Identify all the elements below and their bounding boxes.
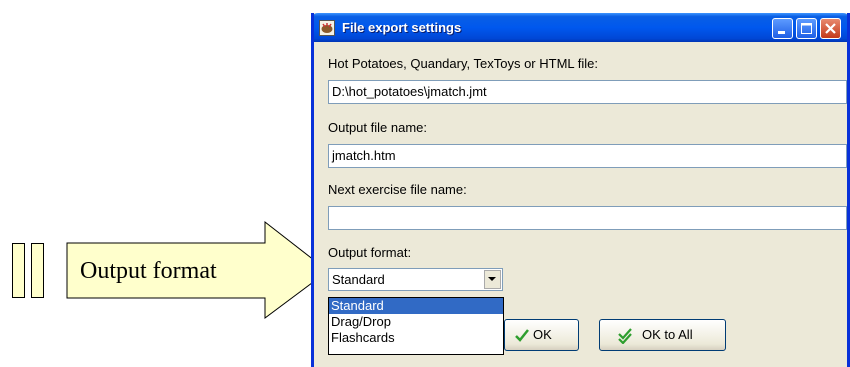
close-icon [825, 23, 836, 34]
minimize-icon [778, 31, 785, 34]
chevron-down-icon [488, 277, 496, 281]
callout-label: Output format [80, 258, 217, 284]
dropdown-button[interactable] [484, 270, 501, 289]
maximize-icon [801, 23, 812, 34]
output-file-label: Output file name: [328, 120, 427, 135]
checkmark-icon [515, 329, 529, 342]
output-format-value: Standard [332, 272, 385, 287]
output-format-select[interactable]: Standard [328, 268, 503, 291]
output-file-input[interactable]: jmatch.htm [328, 144, 847, 168]
next-exercise-input[interactable] [328, 206, 847, 230]
ok-to-all-button[interactable]: OK to All [599, 319, 726, 351]
minimize-button[interactable] [772, 18, 793, 39]
source-file-input[interactable]: D:\hot_potatoes\jmatch.jmt [328, 80, 847, 104]
dropdown-option-flashcards[interactable]: Flashcards [329, 330, 503, 346]
maximize-button[interactable] [796, 18, 817, 39]
dropdown-option-drag-drop[interactable]: Drag/Drop [329, 314, 503, 330]
source-file-label: Hot Potatoes, Quandary, TexToys or HTML … [328, 56, 598, 71]
next-exercise-label: Next exercise file name: [328, 182, 467, 197]
ok-button-label: OK [533, 327, 552, 342]
output-format-dropdown-list[interactable]: Standard Drag/Drop Flashcards [328, 297, 504, 355]
output-format-label: Output format: [328, 245, 412, 260]
hot-potatoes-icon [319, 20, 335, 36]
title-bar[interactable]: File export settings [314, 13, 847, 42]
dropdown-option-standard[interactable]: Standard [329, 298, 503, 314]
window-title: File export settings [342, 20, 462, 35]
close-button[interactable] [820, 18, 841, 39]
file-export-dialog: File export settings Hot Potatoes, Quand… [311, 13, 850, 367]
ok-button[interactable]: OK [504, 319, 579, 351]
ok-to-all-button-label: OK to All [642, 327, 693, 342]
double-checkmark-icon [618, 328, 632, 344]
